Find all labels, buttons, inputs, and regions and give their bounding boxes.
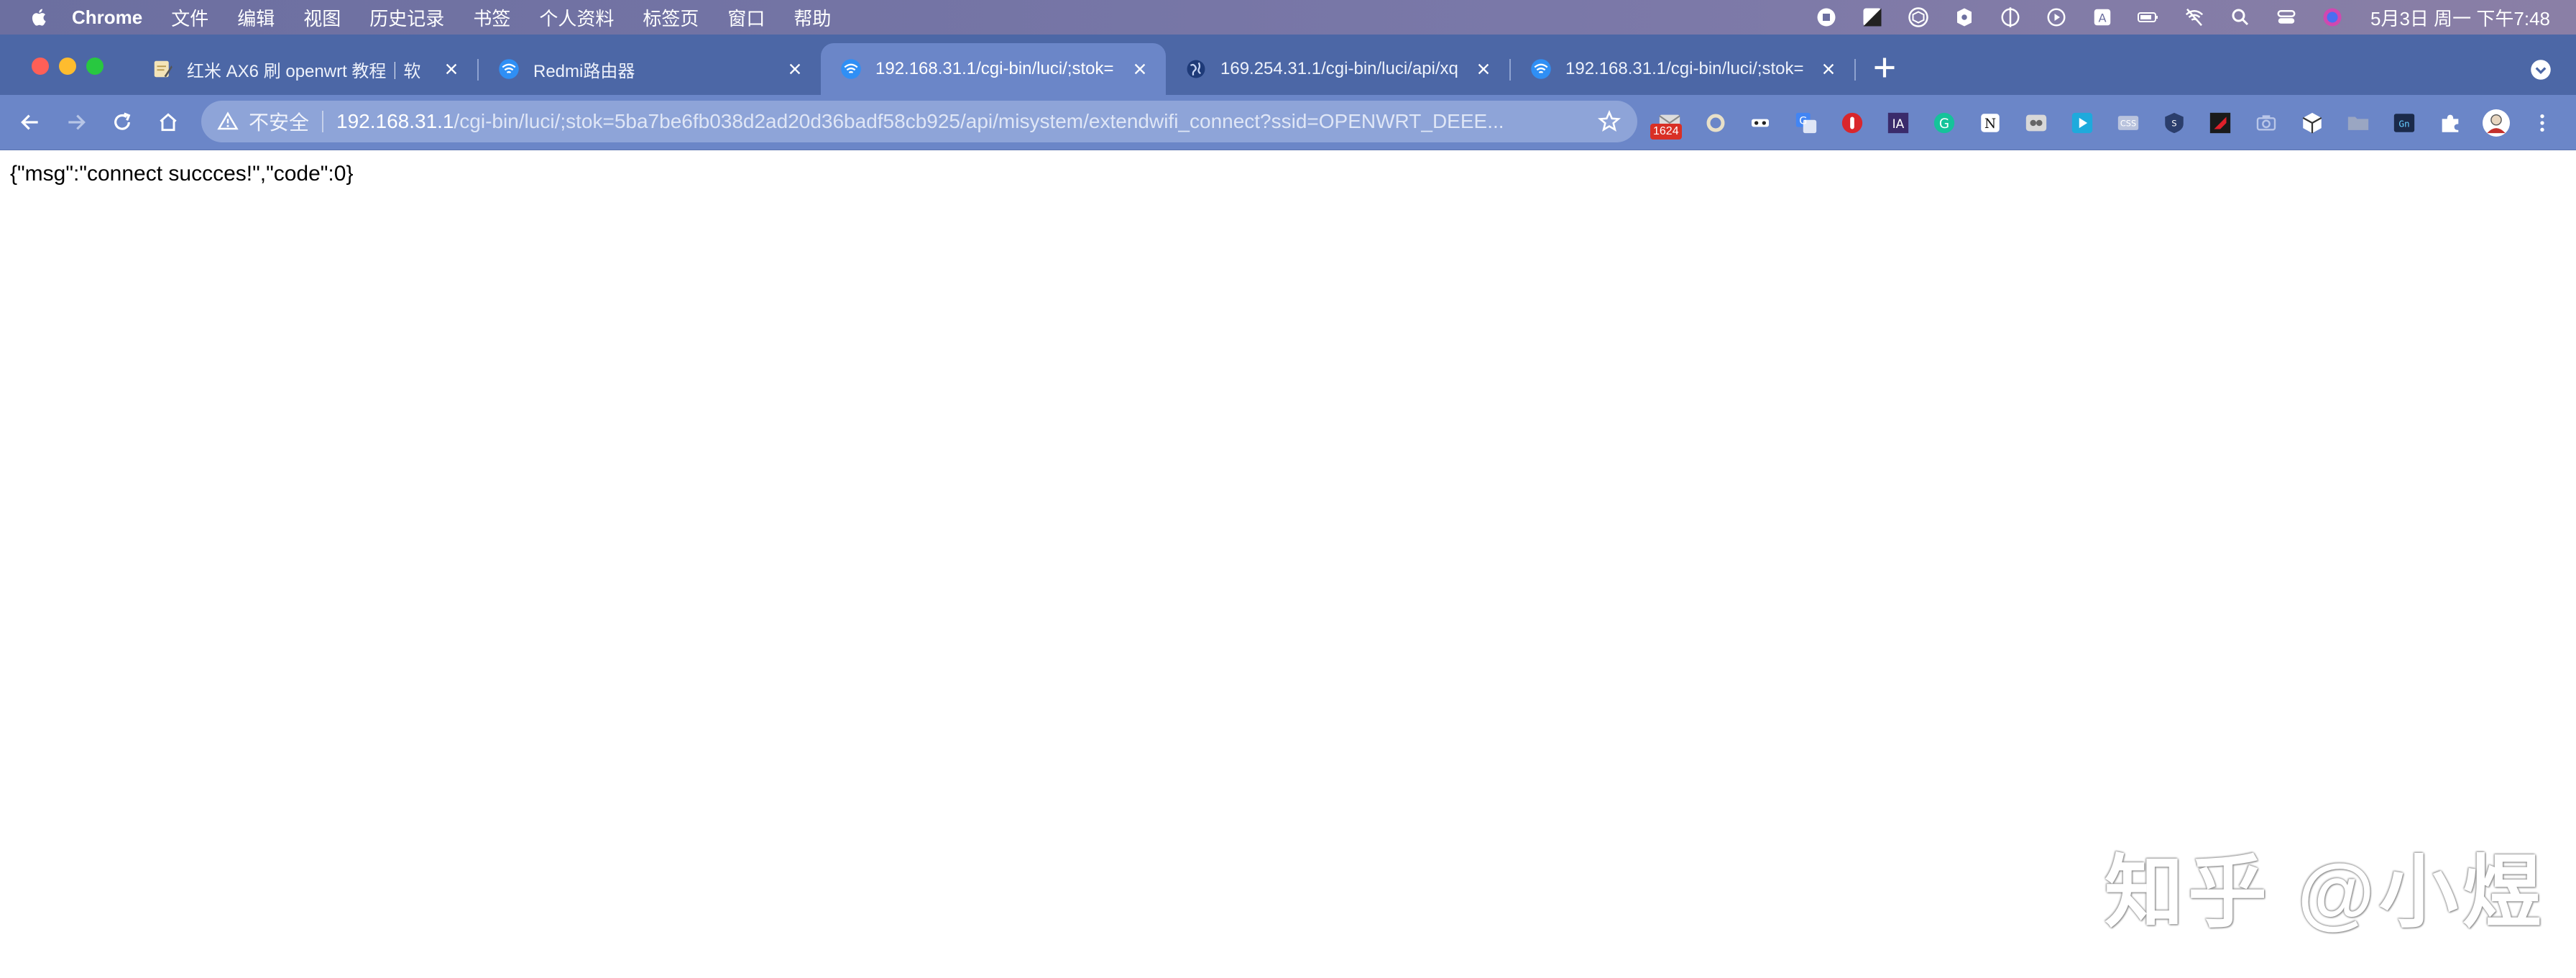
translate-extension-icon[interactable]: G (1793, 109, 1820, 137)
tab-3-active[interactable]: 192.168.31.1/cgi-bin/luci/;stok= (821, 43, 1166, 95)
tab-close-icon[interactable] (785, 59, 805, 79)
menu-view[interactable]: 视图 (303, 4, 341, 31)
siri-icon[interactable] (2320, 5, 2345, 29)
svg-text:IA: IA (1892, 117, 1905, 132)
tab-title: 红米 AX6 刷 openwrt 教程｜软 (187, 61, 421, 81)
tab-1[interactable]: 红米 AX6 刷 openwrt 教程｜软 (132, 43, 477, 95)
url-path: /cgi-bin/luci/;stok=5ba7be6fb038d2ad20d3… (454, 110, 1504, 132)
tab-close-icon[interactable] (1818, 59, 1839, 79)
input-method-icon[interactable]: A (2090, 5, 2115, 29)
menu-bookmarks[interactable]: 书签 (473, 4, 510, 31)
browser-toolbar: 不安全 192.168.31.1/cgi-bin/luci/;stok=5ba7… (0, 95, 2576, 150)
url-text[interactable]: 192.168.31.1/cgi-bin/luci/;stok=5ba7be6f… (336, 110, 1590, 133)
profile-avatar[interactable] (2483, 109, 2510, 137)
tab-close-icon[interactable] (441, 59, 461, 79)
menu-window[interactable]: 窗口 (727, 4, 765, 31)
tab-close-icon[interactable] (1473, 59, 1494, 79)
svg-text:G: G (1799, 115, 1807, 127)
tab-title: 192.168.31.1/cgi-bin/luci/;stok= (875, 59, 1114, 78)
globe-icon (1184, 58, 1208, 81)
cube-app-icon[interactable] (1906, 5, 1931, 29)
wifi-icon (840, 58, 862, 81)
battery-icon[interactable] (2136, 5, 2161, 29)
bookmark-star-icon[interactable] (1597, 109, 1622, 134)
extensions-puzzle-icon[interactable] (2437, 109, 2464, 137)
macos-menu-bar: Chrome 文件 编辑 视图 历史记录 书签 个人资料 标签页 窗口 帮助 A… (0, 0, 2576, 35)
tab-title: 192.168.31.1/cgi-bin/luci/;stok= (1565, 59, 1804, 78)
notion-extension-icon[interactable]: N (1977, 109, 2004, 137)
camera-extension-icon[interactable] (2253, 109, 2280, 137)
tab-4[interactable]: 169.254.31.1/cgi-bin/luci/api/xq (1166, 43, 1509, 95)
chrome-tab-strip: 红米 AX6 刷 openwrt 教程｜软 Redmi路由器 192.168.3… (0, 35, 2576, 95)
extension-badge-count: 1624 (1650, 124, 1682, 140)
tab-close-icon[interactable] (1130, 59, 1150, 79)
svg-text:S: S (2171, 118, 2176, 128)
window-maximize-button[interactable] (86, 58, 104, 75)
box-extension-icon[interactable] (2299, 109, 2326, 137)
notepad-icon (151, 58, 174, 81)
url-host: 192.168.31.1 (336, 110, 454, 132)
grammarly-extension-icon[interactable]: G (1931, 109, 1958, 137)
wifi-icon (1530, 58, 1552, 81)
back-arrow-icon[interactable] (16, 108, 45, 137)
tab-title: Redmi路由器 (533, 61, 635, 81)
reload-icon[interactable] (108, 108, 137, 137)
svg-text:G: G (1939, 116, 1949, 132)
menubar-clock[interactable]: 5月3日 周一 下午7:48 (2370, 4, 2550, 31)
adblock-extension-icon[interactable] (1839, 109, 1866, 137)
menu-history[interactable]: 历史记录 (369, 4, 444, 31)
zhihu-watermark: 知乎 @小煜 (2104, 849, 2546, 937)
more-menu-icon[interactable] (2529, 109, 2556, 137)
svg-text:N: N (1984, 116, 1996, 132)
owl-extension-icon[interactable] (2023, 109, 2050, 137)
tab-2[interactable]: Redmi路由器 (479, 43, 821, 95)
new-tab-plus-icon[interactable] (1872, 55, 1898, 81)
css-extension-icon[interactable]: CSS (2115, 109, 2142, 137)
forward-arrow-icon[interactable] (62, 108, 91, 137)
menu-file[interactable]: 文件 (171, 4, 208, 31)
red-tool-extension-icon[interactable] (2207, 109, 2234, 137)
page-content: {"msg":"connect succces!","code":0} 知乎 @… (0, 150, 2576, 978)
wifi-off-icon[interactable] (2182, 5, 2207, 29)
tab-title: 169.254.31.1/cgi-bin/luci/api/xq (1220, 59, 1458, 78)
shield-app-icon[interactable] (1952, 5, 1977, 29)
menu-tab[interactable]: 标签页 (643, 4, 699, 31)
search-icon[interactable] (2228, 5, 2253, 29)
json-response-text: {"msg":"connect succces!","code":0} (10, 162, 354, 186)
stop-record-icon[interactable] (1814, 5, 1839, 29)
folder-extension-icon[interactable] (2345, 109, 2372, 137)
ia-extension-icon[interactable]: IA (1885, 109, 1912, 137)
window-minimize-button[interactable] (59, 58, 76, 75)
not-secure-label[interactable]: 不安全 (249, 107, 309, 136)
shield-extension-icon[interactable]: S (2161, 109, 2188, 137)
menu-help[interactable]: 帮助 (794, 4, 831, 31)
menu-edit[interactable]: 编辑 (237, 4, 275, 31)
menu-profile[interactable]: 个人资料 (539, 4, 614, 31)
home-icon[interactable] (154, 108, 183, 137)
svg-text:CSS: CSS (2120, 118, 2136, 128)
vpn-app-icon[interactable] (1998, 5, 2023, 29)
window-close-button[interactable] (32, 58, 49, 75)
warning-triangle-icon[interactable] (217, 111, 239, 132)
svg-text:Gn: Gn (2398, 119, 2409, 130)
apple-logo-icon[interactable] (29, 6, 50, 28)
menu-app-chrome[interactable]: Chrome (72, 6, 142, 29)
control-center-icon[interactable] (2274, 5, 2299, 29)
contrast-app-icon[interactable] (1860, 5, 1885, 29)
play-circle-icon[interactable] (2044, 5, 2069, 29)
address-bar[interactable]: 不安全 192.168.31.1/cgi-bin/luci/;stok=5ba7… (201, 101, 1637, 142)
tab-search-chevron-icon[interactable] (2530, 59, 2552, 81)
incognito-extension-icon[interactable] (1747, 109, 1774, 137)
ring-extension-icon[interactable] (1702, 109, 1729, 137)
terminal-extension-icon[interactable]: Gn (2391, 109, 2418, 137)
svg-text:A: A (2098, 11, 2106, 24)
wifi-icon (497, 58, 520, 81)
tab-5[interactable]: 192.168.31.1/cgi-bin/luci/;stok= (1511, 43, 1854, 95)
menubar-status-area: A 5月3日 周一 下午7:48 (1793, 0, 2550, 35)
video-extension-icon[interactable] (2069, 109, 2096, 137)
